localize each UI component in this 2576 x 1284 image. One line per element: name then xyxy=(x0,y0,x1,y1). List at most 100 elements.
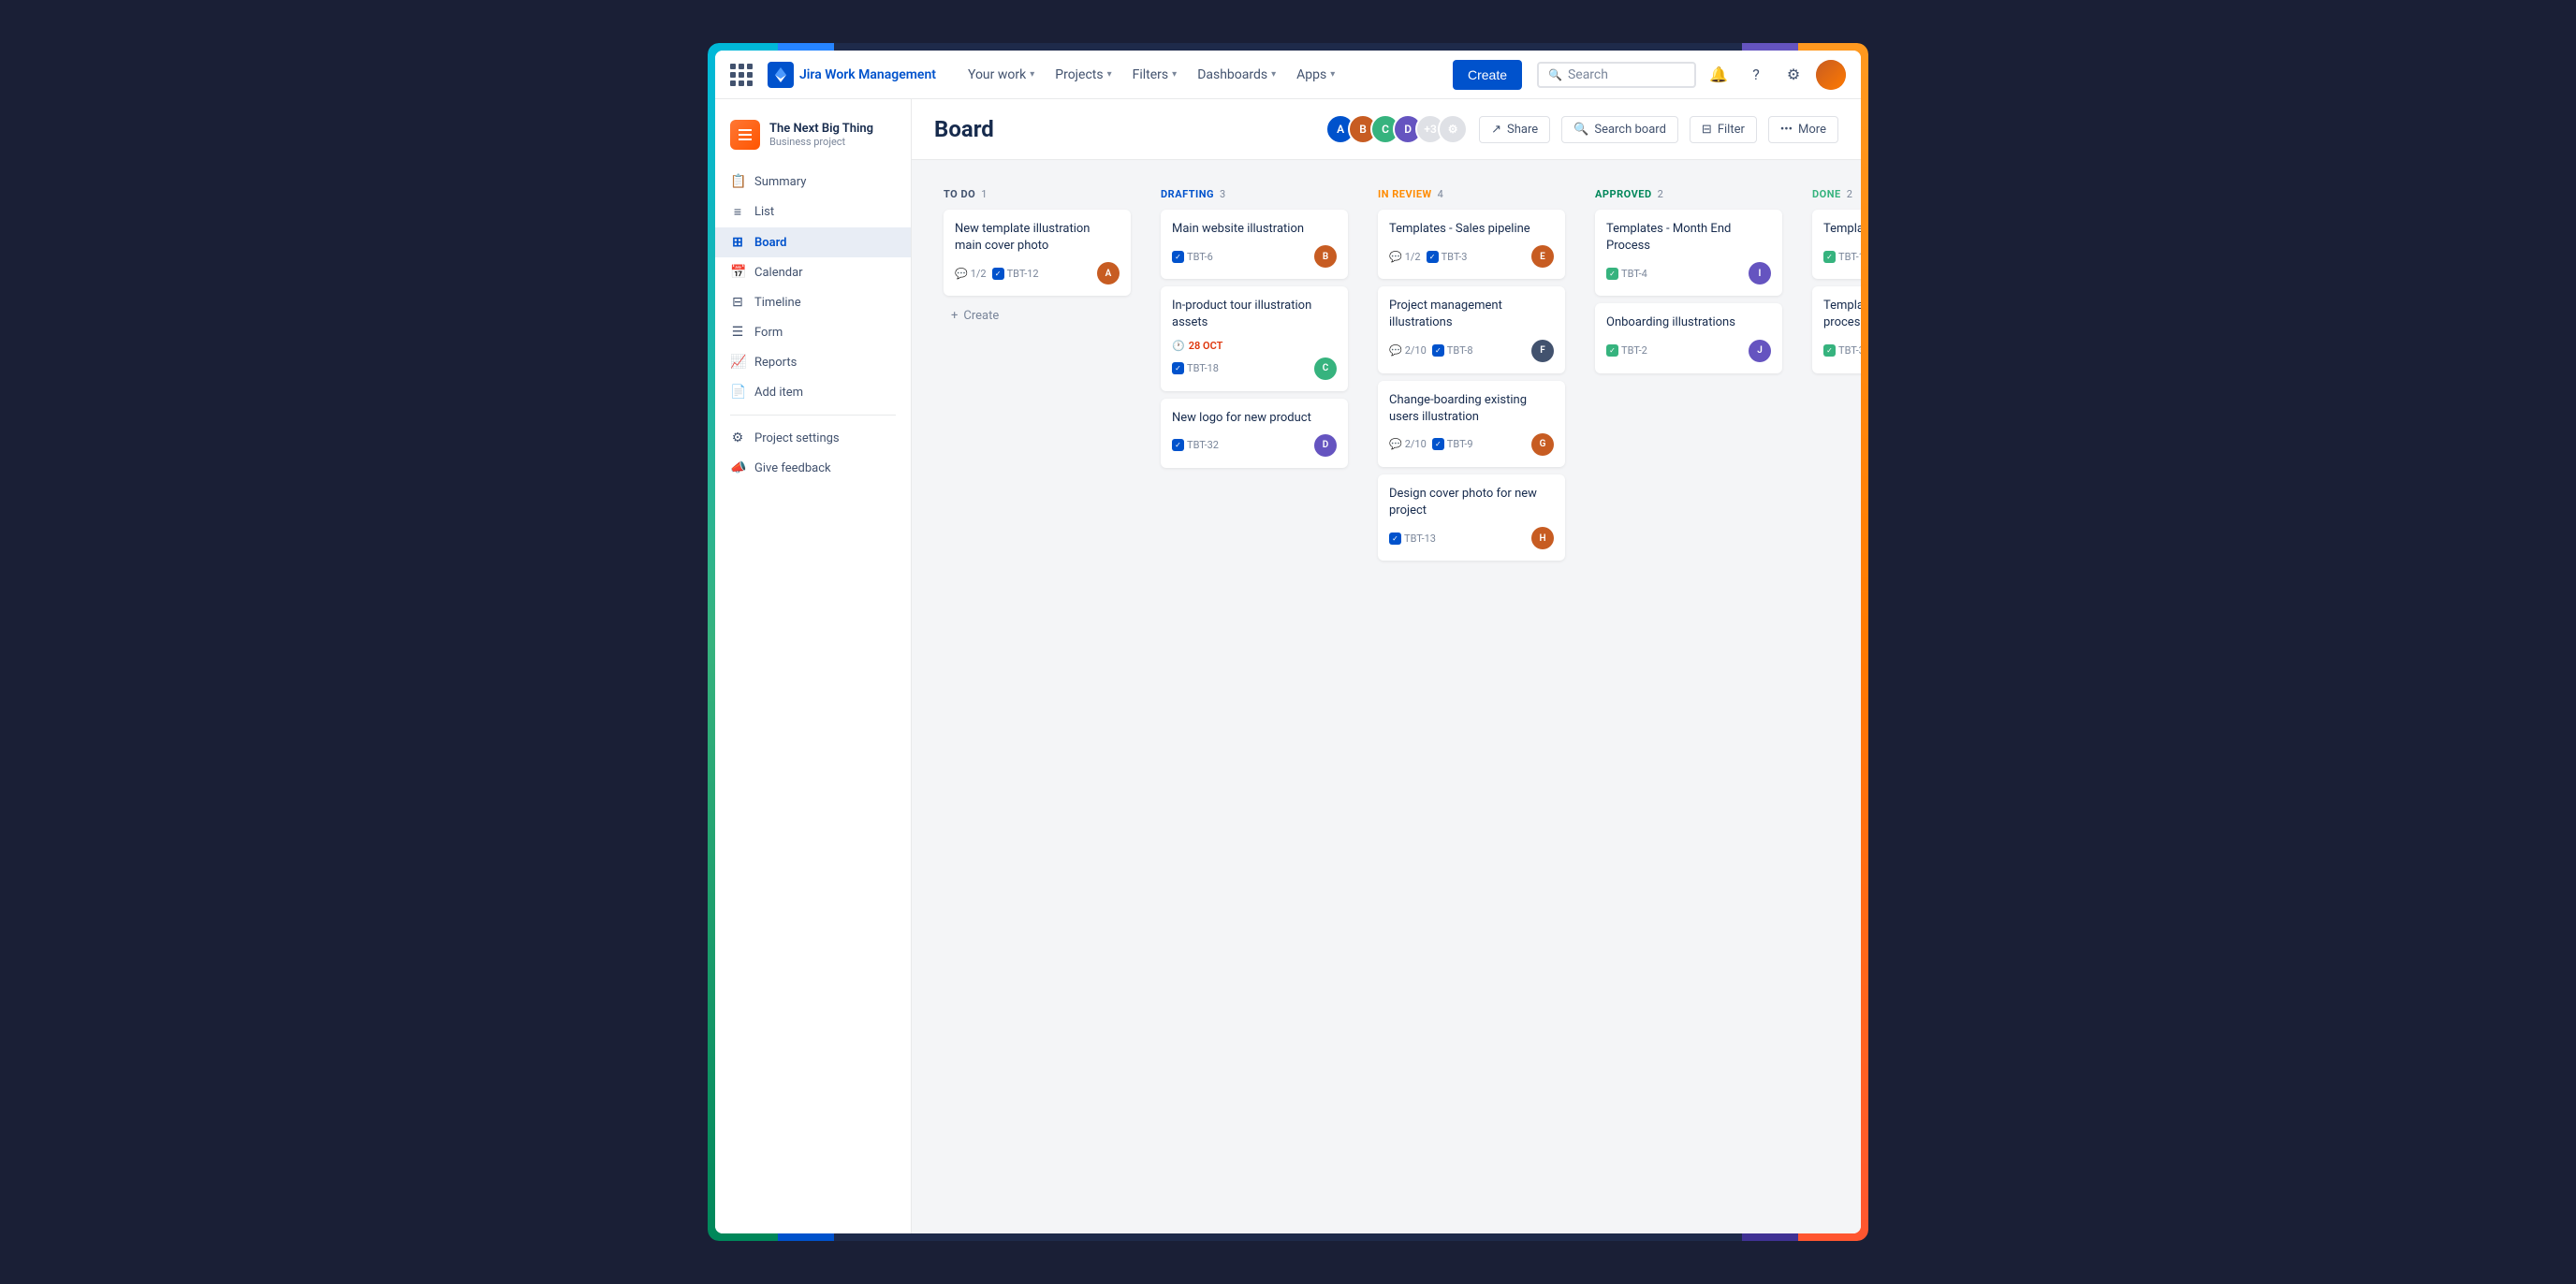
sidebar-item-give-feedback[interactable]: 📣 Give feedback xyxy=(715,453,911,483)
column-approved-header: APPROVED 2 xyxy=(1595,188,1782,200)
chevron-down-icon: ▾ xyxy=(1107,69,1112,80)
plus-icon: + xyxy=(951,309,958,323)
card-tbt-2[interactable]: Onboarding illustrations ✓ TBT-2 J xyxy=(1595,303,1782,372)
card-id: ✓ TBT-13 xyxy=(1389,533,1436,545)
sidebar-item-list[interactable]: ≡ List xyxy=(715,197,911,227)
filter-button[interactable]: ⊟ Filter xyxy=(1690,116,1757,143)
more-button[interactable]: ••• More xyxy=(1768,116,1838,143)
subtask-count: 💬 1/2 xyxy=(1389,251,1421,263)
user-avatar[interactable] xyxy=(1816,60,1846,90)
top-navigation: Jira Work Management Your work ▾ Project… xyxy=(715,51,1861,99)
project-type: Business project xyxy=(769,136,873,148)
help-icon[interactable]: ? xyxy=(1741,60,1771,90)
subtask-icon: 💬 xyxy=(1389,251,1402,263)
card-tbt-3-review[interactable]: Templates - Sales pipeline 💬 1/2 ✓ xyxy=(1378,210,1565,279)
card-avatar: I xyxy=(1749,262,1771,285)
create-card-button[interactable]: + Create xyxy=(944,303,1131,328)
reports-icon: 📈 xyxy=(730,355,745,370)
nav-right-controls: 🔍 Search 🔔 ? ⚙ xyxy=(1537,60,1846,90)
subtask-icon: 💬 xyxy=(1389,438,1402,450)
nav-apps[interactable]: Apps ▾ xyxy=(1287,62,1344,88)
check-icon: ✓ xyxy=(1823,251,1836,263)
sidebar-item-project-settings[interactable]: ⚙ Project settings xyxy=(715,423,911,453)
board-content: Board A B C D +3 ⚙ ↗ Sh xyxy=(912,99,1861,1233)
sidebar-item-timeline[interactable]: ⊟ Timeline xyxy=(715,287,911,317)
card-meta: ✓ TBT-18 C xyxy=(1172,357,1337,380)
sidebar-item-form[interactable]: ☰ Form xyxy=(715,317,911,347)
card-tbt-6[interactable]: Main website illustration ✓ TBT-6 B xyxy=(1161,210,1348,279)
nav-dashboards[interactable]: Dashboards ▾ xyxy=(1188,62,1285,88)
card-tbt-8[interactable]: Project management illustrations 💬 2/10 … xyxy=(1378,286,1565,372)
card-tags: 💬 1/2 ✓ TBT-12 xyxy=(955,268,1039,280)
card-tags: 💬 2/10 ✓ TBT-8 xyxy=(1389,344,1473,357)
column-title: DONE xyxy=(1812,188,1841,200)
notifications-icon[interactable]: 🔔 xyxy=(1704,60,1734,90)
filter-icon: ⊟ xyxy=(1702,123,1712,137)
column-todo-header: TO DO 1 xyxy=(944,188,1131,200)
nav-logo[interactable]: Jira Work Management xyxy=(768,62,936,88)
card-tags: 💬 2/10 ✓ TBT-9 xyxy=(1389,438,1473,450)
card-meta: ✓ TBT-1 K xyxy=(1823,245,1861,268)
chevron-down-icon: ▾ xyxy=(1030,69,1034,80)
sidebar-item-board[interactable]: ⊞ Board xyxy=(715,227,911,257)
check-icon: ✓ xyxy=(1606,344,1618,357)
card-tbt-1[interactable]: Templates - Asset creation ✓ TBT-1 K xyxy=(1812,210,1861,279)
column-count: 2 xyxy=(1847,188,1852,200)
card-tbt-32[interactable]: New logo for new product ✓ TBT-32 D xyxy=(1161,399,1348,468)
sidebar: The Next Big Thing Business project 📋 Su… xyxy=(715,99,912,1233)
subtask-count: 💬 1/2 xyxy=(955,268,987,280)
card-id: ✓ TBT-8 xyxy=(1432,344,1473,357)
card-avatar: F xyxy=(1531,340,1554,362)
due-date: 🕐 28 OCT xyxy=(1172,340,1337,352)
column-done-header: DONE 2 xyxy=(1812,188,1861,200)
card-id: ✓ TBT-1 xyxy=(1823,251,1861,263)
card-tags: 💬 1/2 ✓ TBT-3 xyxy=(1389,251,1467,263)
card-tbt-18[interactable]: In-product tour illustration assets 🕐 28… xyxy=(1161,286,1348,390)
sidebar-item-calendar[interactable]: 📅 Calendar xyxy=(715,257,911,287)
sidebar-item-reports[interactable]: 📈 Reports xyxy=(715,347,911,377)
card-avatar: A xyxy=(1097,262,1120,285)
card-id: ✓ TBT-4 xyxy=(1606,268,1647,280)
sidebar-divider xyxy=(730,415,896,416)
card-meta: 💬 1/2 ✓ TBT-3 E xyxy=(1389,245,1554,268)
card-id: ✓ TBT-2 xyxy=(1606,344,1647,357)
subtask-icon: 💬 xyxy=(1389,344,1402,357)
sidebar-item-add-item[interactable]: 📄 Add item xyxy=(715,377,911,407)
project-info: The Next Big Thing Business project xyxy=(769,122,873,148)
column-done: DONE 2 Templates - Asset creation ✓ TBT-… xyxy=(1803,179,1861,390)
share-button[interactable]: ↗ Share xyxy=(1479,116,1550,143)
card-tbt-3-done[interactable]: Templates - Website design process ✓ TBT… xyxy=(1812,286,1861,372)
card-avatar: H xyxy=(1531,527,1554,549)
card-tbt-9[interactable]: Change-boarding existing users illustrat… xyxy=(1378,381,1565,467)
form-icon: ☰ xyxy=(730,325,745,340)
apps-grid-icon[interactable] xyxy=(730,64,753,86)
card-tbt-13[interactable]: Design cover photo for new project ✓ TBT… xyxy=(1378,474,1565,561)
app-name: Jira Work Management xyxy=(799,67,936,82)
chevron-down-icon: ▾ xyxy=(1172,69,1177,80)
nav-filters[interactable]: Filters ▾ xyxy=(1123,62,1187,88)
settings-icon[interactable]: ⚙ xyxy=(1778,60,1808,90)
chevron-down-icon: ▾ xyxy=(1330,69,1335,80)
column-count: 4 xyxy=(1438,188,1443,200)
board-header: Board A B C D +3 ⚙ ↗ Sh xyxy=(912,99,1861,160)
create-button[interactable]: Create xyxy=(1453,60,1522,90)
global-search[interactable]: 🔍 Search xyxy=(1537,62,1696,88)
column-todo: TO DO 1 New template illustration main c… xyxy=(934,179,1140,338)
column-title: APPROVED xyxy=(1595,188,1652,200)
nav-your-work[interactable]: Your work ▾ xyxy=(959,62,1044,88)
card-id: ✓ TBT-32 xyxy=(1172,439,1219,451)
avatar-settings-icon[interactable]: ⚙ xyxy=(1438,114,1468,144)
column-count: 1 xyxy=(981,188,987,200)
card-tbt-4[interactable]: Templates - Month End Process ✓ TBT-4 I xyxy=(1595,210,1782,296)
feedback-icon: 📣 xyxy=(730,460,745,475)
project-header[interactable]: The Next Big Thing Business project xyxy=(715,110,911,159)
check-icon: ✓ xyxy=(1427,251,1439,263)
sidebar-item-summary[interactable]: 📋 Summary xyxy=(715,167,911,197)
card-avatar: B xyxy=(1314,245,1337,268)
card-meta: ✓ TBT-3 L xyxy=(1823,340,1861,362)
search-board-button[interactable]: 🔍 Search board xyxy=(1561,116,1678,143)
calendar-icon: 📅 xyxy=(730,265,745,280)
card-tbt-12[interactable]: New template illustration main cover pho… xyxy=(944,210,1131,296)
nav-projects[interactable]: Projects ▾ xyxy=(1046,62,1120,88)
column-title: DRAFTING xyxy=(1161,188,1214,200)
